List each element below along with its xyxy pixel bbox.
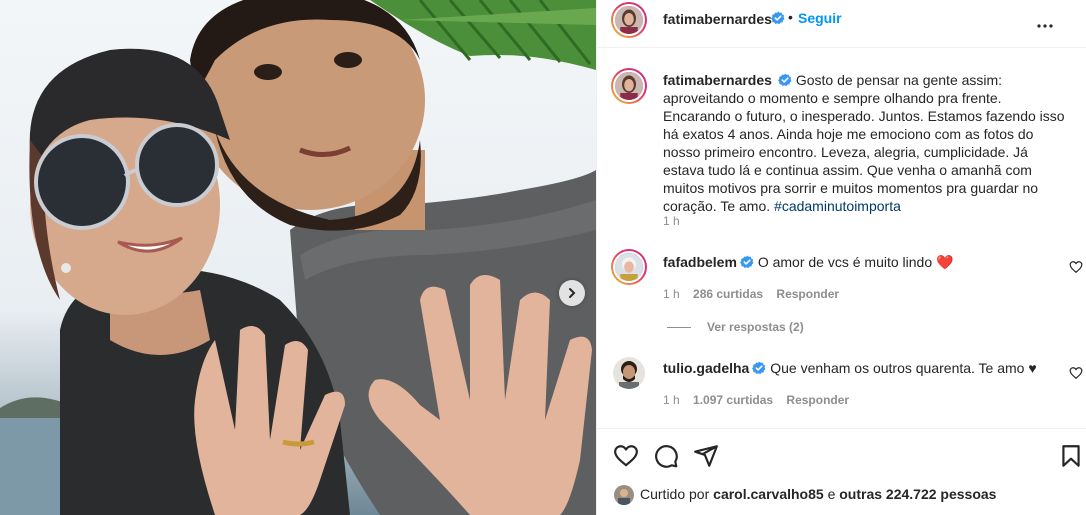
view-replies-button[interactable]: Ver respostas (2) — [667, 320, 804, 334]
reply-button[interactable]: Responder — [786, 393, 849, 407]
caption-hashtag[interactable]: #cadaminutoimporta — [774, 198, 901, 214]
comment-author[interactable]: fafadbelem — [663, 254, 737, 270]
comment-likes[interactable]: 286 curtidas — [693, 287, 763, 301]
caption-author-avatar[interactable] — [611, 68, 647, 104]
comment-text: O amor de vcs é muito lindo — [757, 254, 933, 270]
red-heart-emoji: ❤️ — [936, 254, 954, 270]
comment-like-heart-icon[interactable] — [1069, 366, 1083, 380]
carousel-next-button[interactable] — [559, 280, 585, 306]
caption-text: Gosto de pensar na gente assim: aproveit… — [663, 72, 1065, 214]
couple-selfie-image — [0, 0, 596, 515]
header-separator: • — [788, 9, 793, 25]
avatar-fatima-image — [615, 72, 643, 100]
avatar-carol-image — [614, 485, 634, 505]
comment-bubble-icon[interactable] — [653, 443, 679, 469]
comment-likes[interactable]: 1.097 curtidas — [693, 393, 773, 407]
more-horizontal-icon[interactable] — [1033, 14, 1057, 38]
post-side-panel: fatimabernardes • Seguir fatimabernardes… — [596, 0, 1086, 515]
comment-time: 1 h — [663, 393, 680, 407]
liked-by-line: Curtido por carol.carvalho85 e outras 22… — [640, 486, 996, 502]
author-avatar[interactable] — [611, 2, 647, 38]
reply-button[interactable]: Responder — [776, 287, 839, 301]
view-replies-label: Ver respostas (2) — [707, 320, 804, 334]
comment-text: Que venham os outros quarenta. Te amo ♥ — [770, 360, 1037, 376]
avatar-tulio-image — [613, 357, 645, 389]
verified-badge-icon — [771, 11, 785, 25]
liked-by-middle: e — [827, 486, 836, 502]
verified-badge-icon — [740, 255, 754, 269]
caption-timestamp: 1 h — [663, 214, 680, 228]
comment-author[interactable]: tulio.gadelha — [663, 360, 749, 376]
post-action-bar: Curtido por carol.carvalho85 e outras 22… — [597, 428, 1086, 515]
liker-avatar[interactable] — [614, 485, 634, 505]
comment-avatar-tulio[interactable] — [613, 357, 645, 389]
verified-badge-icon — [778, 73, 792, 87]
paper-plane-icon[interactable] — [693, 443, 719, 469]
comment-fafadbelem: fafadbelem O amor de vcs é muito lindo ❤… — [663, 253, 1063, 271]
author-username[interactable]: fatimabernardes — [663, 10, 772, 28]
liked-by-prefix: Curtido por — [640, 486, 710, 502]
post-photo[interactable] — [0, 0, 596, 515]
liked-by-user[interactable]: carol.carvalho85 — [713, 486, 824, 502]
instagram-post-modal: fatimabernardes • Seguir fatimabernardes… — [0, 0, 1086, 515]
bookmark-icon[interactable] — [1058, 443, 1084, 469]
post-header: fatimabernardes • Seguir — [597, 0, 1086, 48]
verified-badge-icon — [752, 361, 766, 375]
heart-icon[interactable] — [613, 443, 639, 469]
chevron-right-icon — [569, 288, 576, 298]
caption-author-username[interactable]: fatimabernardes — [663, 72, 772, 88]
comment-like-heart-icon[interactable] — [1069, 260, 1083, 274]
comment-avatar-fafadbelem[interactable] — [611, 249, 647, 285]
comment-time: 1 h — [663, 287, 680, 301]
replies-divider-line — [667, 327, 691, 329]
follow-button[interactable]: Seguir — [798, 10, 842, 26]
avatar-fatima-image — [615, 6, 643, 34]
comment-meta: 1 h 1.097 curtidas Responder — [663, 393, 859, 407]
liked-by-others[interactable]: outras 224.722 pessoas — [839, 486, 996, 502]
avatar-fafadbelem-image — [615, 253, 643, 281]
post-caption: fatimabernardes Gosto de pensar na gente… — [663, 71, 1073, 215]
comment-tulio: tulio.gadelha Que venham os outros quare… — [663, 359, 1063, 377]
comment-meta: 1 h 286 curtidas Responder — [663, 287, 849, 301]
